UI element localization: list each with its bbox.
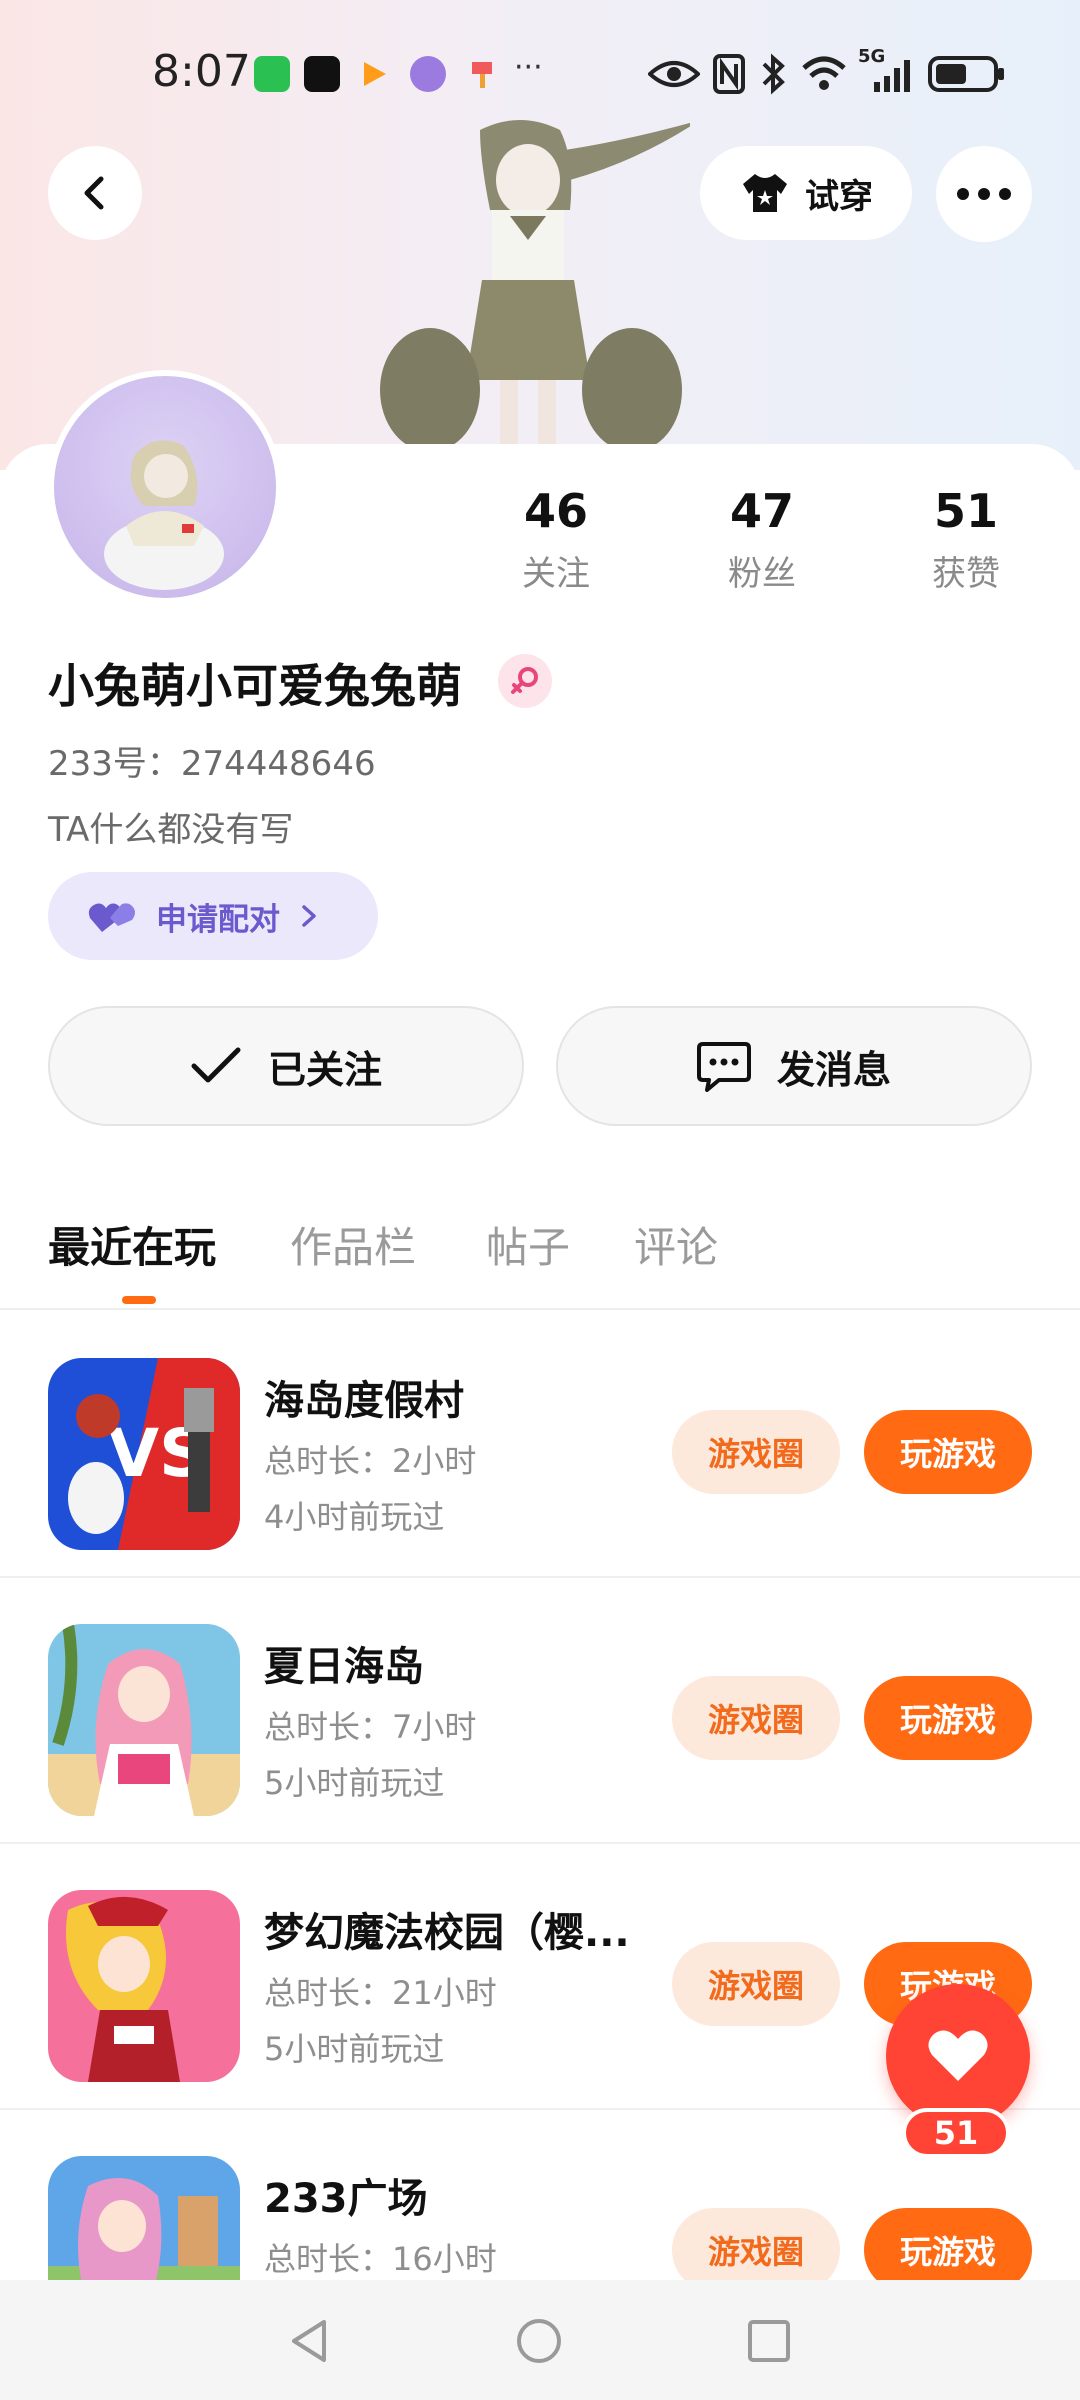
game-name: 夏日海岛 <box>264 1644 424 1690</box>
stat-followers[interactable]: 47 粉丝 <box>692 484 832 595</box>
female-icon <box>498 654 552 708</box>
try-on-button[interactable]: 试穿 <box>700 146 912 240</box>
game-duration: 总时长：7小时 <box>264 1708 477 1746</box>
more-dots-icon: ··· <box>514 50 543 85</box>
nav-home-icon[interactable] <box>514 2316 564 2366</box>
stat-followers-label: 粉丝 <box>728 554 796 594</box>
tab-comments[interactable]: 评论 <box>634 1214 718 1275</box>
status-time: 8:07 <box>152 46 251 97</box>
chevron-left-icon <box>84 176 104 210</box>
game-name: 233广场 <box>264 2176 428 2222</box>
game-duration: 总时长：2小时 <box>264 1442 477 1480</box>
tab-posts[interactable]: 帖子 <box>486 1214 570 1275</box>
chevron-right-icon <box>302 905 316 927</box>
wifi-icon <box>802 56 846 90</box>
game-circle-button[interactable]: 游戏圈 <box>672 1942 840 2026</box>
nickname: 小兔萌小可爱兔兔萌 <box>48 659 462 713</box>
stat-following-value: 46 <box>523 484 588 538</box>
game-icon-summer-island[interactable] <box>48 1624 240 1816</box>
nav-recents-icon[interactable] <box>744 2316 794 2366</box>
play-game-button[interactable]: 玩游戏 <box>864 1676 1032 1760</box>
chat-bubble-icon <box>696 1042 751 1092</box>
game-last-played: 5小时前玩过 <box>264 2030 445 2068</box>
stat-likes-label: 获赞 <box>932 554 1000 594</box>
shirt-icon <box>743 174 787 212</box>
play-game-button[interactable]: 玩游戏 <box>864 1410 1032 1494</box>
game-duration: 总时长：16小时 <box>264 2240 497 2278</box>
user-id: 233号：274448646 <box>48 744 376 784</box>
game-circle-button[interactable]: 游戏圈 <box>672 1410 840 1494</box>
stat-followers-value: 47 <box>729 484 794 538</box>
more-horizontal-icon <box>957 188 1011 200</box>
game-circle-button[interactable]: 游戏圈 <box>672 1676 840 1760</box>
back-button[interactable] <box>48 146 142 240</box>
more-options-button[interactable] <box>936 146 1032 242</box>
app-icon <box>464 56 500 92</box>
active-tab-indicator <box>122 1296 156 1304</box>
tab-recently-played[interactable]: 最近在玩 <box>48 1214 216 1275</box>
game-name: 梦幻魔法校园（樱... <box>264 1910 630 1956</box>
send-message-button[interactable]: 发消息 <box>556 1006 1032 1126</box>
user-bio: TA什么都没有写 <box>48 810 294 850</box>
eye-icon <box>648 61 700 87</box>
game-duration: 总时长：21小时 <box>264 1974 497 2012</box>
apply-pair-button[interactable]: 申请配对 <box>48 872 378 960</box>
game-list-item[interactable]: VS 海岛度假村 总时长：2小时 4小时前玩过 游戏圈 玩游戏 <box>0 1312 1080 1578</box>
send-message-label: 发消息 <box>776 1047 891 1092</box>
nav-back-icon[interactable] <box>284 2316 334 2366</box>
tab-works[interactable]: 作品栏 <box>290 1214 416 1275</box>
check-icon <box>191 1047 241 1083</box>
battery-icon <box>928 56 1004 92</box>
game-icon-island-resort[interactable]: VS <box>48 1358 240 1550</box>
nfc-icon <box>713 54 745 94</box>
status-bar: 8:07 ··· 5G <box>0 40 1080 110</box>
tiktok-icon <box>304 56 340 92</box>
wechat-icon <box>254 56 290 92</box>
followed-button[interactable]: 已关注 <box>48 1006 524 1126</box>
double-heart-icon <box>88 903 135 932</box>
stat-following-label: 关注 <box>522 554 590 594</box>
stat-likes-value: 51 <box>933 484 998 538</box>
avatar-character-image <box>104 440 224 590</box>
game-last-played: 4小时前玩过 <box>264 1498 445 1536</box>
bluetooth-icon <box>762 53 785 95</box>
game-last-played: 5小时前玩过 <box>264 1764 445 1802</box>
system-navigation-bar <box>0 2280 1080 2400</box>
try-on-label: 试穿 <box>805 176 873 217</box>
game-name: 海岛度假村 <box>264 1378 464 1424</box>
heart-icon <box>928 2030 988 2081</box>
signal-5g-icon <box>874 60 910 92</box>
video-app-icon <box>356 56 392 92</box>
content-tabs: 最近在玩 作品栏 帖子 评论 <box>0 1200 1080 1310</box>
floating-like-button[interactable] <box>886 1984 1030 2128</box>
like-count-badge: 51 <box>902 2108 1010 2158</box>
browser-icon <box>410 56 446 92</box>
stat-following[interactable]: 46 关注 <box>486 484 626 595</box>
avatar[interactable] <box>48 370 282 604</box>
game-list-item[interactable]: 夏日海岛 总时长：7小时 5小时前玩过 游戏圈 玩游戏 <box>0 1578 1080 1844</box>
stat-likes[interactable]: 51 获赞 <box>896 484 1036 595</box>
game-icon-dream-magic-school[interactable] <box>48 1890 240 2082</box>
followed-label: 已关注 <box>267 1047 382 1092</box>
apply-pair-label: 申请配对 <box>156 901 280 938</box>
character-figure <box>380 120 690 450</box>
